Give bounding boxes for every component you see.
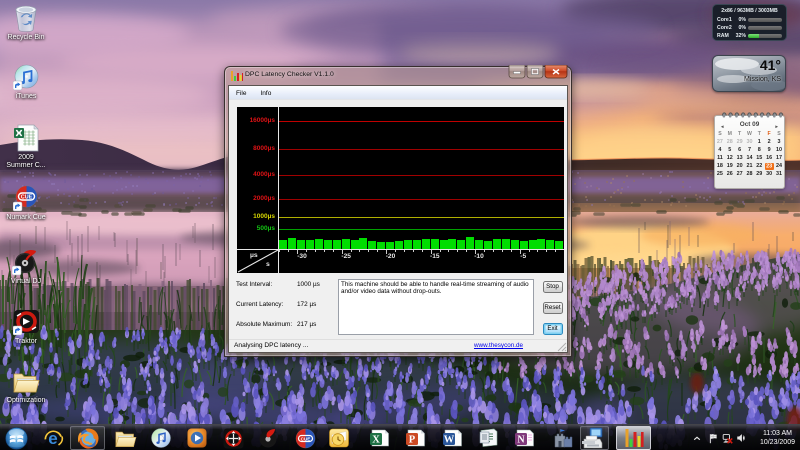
svg-text:P: P	[409, 435, 416, 446]
svg-text:N: N	[517, 434, 525, 445]
svg-text:W: W	[444, 435, 455, 446]
svg-text:X: X	[372, 435, 380, 446]
svg-text:CUE: CUE	[20, 195, 32, 201]
svg-text:CUE: CUE	[300, 436, 310, 441]
